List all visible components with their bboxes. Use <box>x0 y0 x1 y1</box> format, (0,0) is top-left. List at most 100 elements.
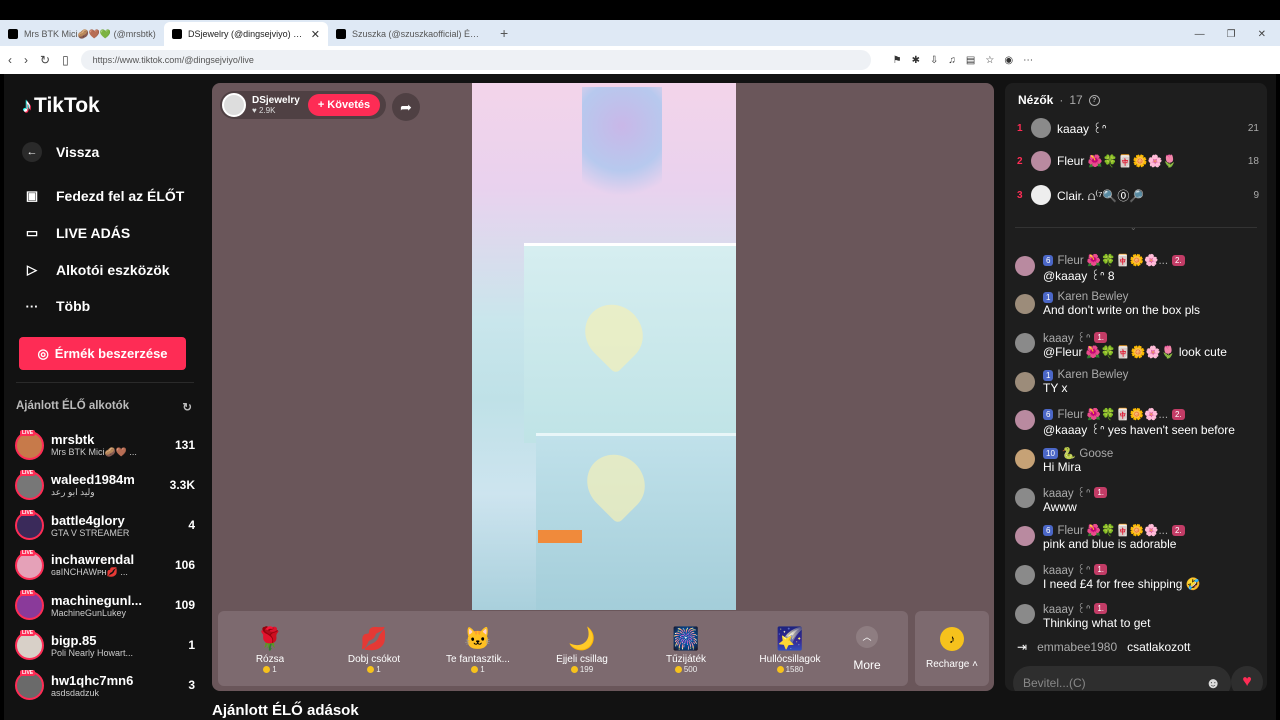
live-badge: LIVE <box>20 469 36 476</box>
recharge-button[interactable]: ♪ Recharge ˄ <box>915 611 989 686</box>
reload-icon[interactable]: ↻ <box>40 53 50 67</box>
close-tab-icon[interactable]: ✕ <box>311 28 320 41</box>
creator-name: mrsbtk <box>51 432 95 447</box>
browser-tab-active[interactable]: DSjewelry (@dingsejviyo) ÉLŐ ✕ <box>164 22 328 46</box>
gift-item[interactable]: 💋 Dobj csókot 1 <box>322 624 426 674</box>
top-viewer[interactable]: 3 Clair. ⩍⁽⁷🔍⓪🔎 9 <box>1017 183 1259 207</box>
gift-item[interactable]: 🌹 Rózsa 1 <box>218 624 322 674</box>
translate-icon[interactable]: ⚑ <box>893 55 902 66</box>
viewer-score: 21 <box>1247 122 1259 134</box>
follow-label: Követés <box>327 99 371 111</box>
back-arrow-icon[interactable]: ‹ <box>8 53 12 67</box>
avatar[interactable] <box>1015 294 1035 314</box>
get-coins-button[interactable]: ◎ Érmék beszerzése <box>19 337 186 370</box>
recommended-creator[interactable]: LIVE inchawrendal ɢʙINCHAWᴘʜ💋 ... 106 <box>15 545 195 585</box>
chat-input[interactable]: Bevitel...(C) ☻ <box>1013 666 1231 691</box>
profile-icon[interactable]: ◉ <box>1004 55 1013 66</box>
chat-username[interactable]: kaaay ꒰ᐢ <box>1043 485 1090 500</box>
chevron-down-icon[interactable]: ⌄ <box>1130 223 1137 232</box>
back-label: Vissza <box>56 144 100 160</box>
tab-title: DSjewelry (@dingsejviyo) ÉLŐ <box>188 29 305 39</box>
avatar: LIVE <box>15 429 44 460</box>
recommended-creator[interactable]: LIVE mrsbtk Mrs BTK Mici🥔🤎 ... 131 <box>15 425 195 465</box>
host-info[interactable]: DSjewelry ♥ 2.9K + Követés <box>220 91 387 119</box>
recommended-creator[interactable]: LIVE hw1qhc7mn6 asdsdadzuk 3 <box>15 665 195 705</box>
nav-go-live[interactable]: ▭ LIVE ADÁS <box>22 223 130 243</box>
music-icon[interactable]: ♫ <box>948 55 956 66</box>
gift-item[interactable]: 🌙 Éjjeli csillag 199 <box>530 624 634 674</box>
top-viewer[interactable]: 1 kaaay ꒰ᐢ 21 <box>1017 116 1259 140</box>
new-tab-icon[interactable]: + <box>492 22 516 46</box>
avatar[interactable] <box>1015 526 1035 546</box>
recommended-title: Ajánlott ÉLŐ alkotók <box>16 400 130 412</box>
more-gifts-button[interactable]: ︿ More <box>842 625 892 672</box>
close-window-icon[interactable]: ✕ <box>1258 29 1266 40</box>
avatar[interactable] <box>1015 604 1035 624</box>
recommended-creator[interactable]: LIVE waleed1984m وليد ابو رعد 3.3K <box>15 465 195 505</box>
gift-price: 199 <box>579 664 594 674</box>
refresh-icon[interactable]: ↻ <box>182 400 192 414</box>
avatar[interactable] <box>1015 565 1035 585</box>
download-icon[interactable]: ⇩ <box>930 55 938 66</box>
chat-text: pink and blue is adorable <box>1043 537 1177 551</box>
fan-badge: 1. <box>1094 603 1108 614</box>
recommended-creator[interactable]: LIVE machinegunl... MachineGunLukey 109 <box>15 585 195 625</box>
recommended-creator[interactable]: LIVE battle4glory GTA V STREAMER 4 <box>15 505 195 545</box>
chat-username[interactable]: 🐍 Goose <box>1062 446 1113 460</box>
live-badge: LIVE <box>20 509 36 516</box>
url-field[interactable]: https://www.tiktok.com/@dingsejviyo/live <box>80 50 871 70</box>
browser-tab[interactable]: Szuszka (@szuszkaofficial) ÉLŐ adás <box>328 22 492 46</box>
chat-username[interactable]: kaaay ꒰ᐢ <box>1043 562 1090 577</box>
emoji-icon[interactable]: ☻ <box>1205 675 1221 692</box>
sidebar-icon[interactable]: ▤ <box>966 55 975 66</box>
minimize-icon[interactable]: — <box>1195 29 1205 40</box>
viewer-count: 106 <box>174 558 195 572</box>
chat-username[interactable]: Fleur 🌺🍀🀄🌼🌸... <box>1057 407 1168 421</box>
nav-explore-live[interactable]: ▣ Fedezd fel az ÉLŐT <box>22 186 185 206</box>
bookmark-icon[interactable]: ▯ <box>62 53 69 67</box>
tiktok-logo[interactable]: ♪ TikTok <box>22 94 100 118</box>
avatar[interactable] <box>1015 410 1035 430</box>
avatar[interactable] <box>1015 256 1035 276</box>
recommended-creator[interactable]: LIVE bigp.85 Poli Nearly Howart... 1 <box>15 625 195 665</box>
share-icon[interactable]: ➦ <box>392 93 420 121</box>
puzzle-icon[interactable]: ✱ <box>912 55 920 66</box>
live-video[interactable] <box>472 83 736 610</box>
chat-username[interactable]: Fleur 🌺🍀🀄🌼🌸... <box>1057 523 1168 537</box>
chat-username[interactable]: kaaay ꒰ᐢ <box>1043 330 1090 345</box>
like-heart-button[interactable]: ♥ <box>1231 666 1263 691</box>
back-button[interactable]: ← Vissza <box>22 142 99 162</box>
help-icon[interactable]: ? <box>1088 94 1100 106</box>
nav-label: Alkotói eszközök <box>56 262 170 278</box>
avatar[interactable] <box>1015 488 1035 508</box>
camera-icon: ▭ <box>25 225 39 240</box>
url-text: https://www.tiktok.com/@dingsejviyo/live <box>92 55 254 65</box>
recommended-live-title: Ajánlott ÉLŐ adások <box>212 702 359 719</box>
chat-username[interactable]: Karen Bewley <box>1057 291 1128 303</box>
nav-label: Fedezd fel az ÉLŐT <box>56 188 185 204</box>
gift-price: 1 <box>376 664 381 674</box>
menu-icon[interactable]: ⋯ <box>1023 55 1033 66</box>
nav-more[interactable]: ··· Több <box>22 296 91 316</box>
nav-creator-tools[interactable]: ▷ Alkotói eszközök <box>22 260 170 280</box>
avatar[interactable] <box>1015 333 1035 353</box>
follow-button[interactable]: + Követés <box>307 94 381 116</box>
level-badge: 6 <box>1043 408 1054 420</box>
chat-username[interactable]: kaaay ꒰ᐢ <box>1043 601 1090 616</box>
avatar[interactable] <box>1015 449 1035 469</box>
chat-text: And don't write on the box pls <box>1043 303 1201 317</box>
chat-username[interactable]: Karen Bewley <box>1057 369 1128 381</box>
top-viewer[interactable]: 2 Fleur 🌺🍀🀄🌼🌸🌷 18 <box>1017 149 1259 173</box>
avatar[interactable] <box>1015 372 1035 392</box>
maximize-icon[interactable]: ❐ <box>1227 29 1236 40</box>
chat-username[interactable]: Fleur 🌺🍀🀄🌼🌸... <box>1057 253 1168 267</box>
gift-item[interactable]: 🌠 Hullócsillagok 1580 <box>738 624 842 674</box>
play-icon: ▷ <box>27 262 37 277</box>
favorites-icon[interactable]: ☆ <box>985 55 994 66</box>
viewers-header: Nézők · 17? <box>1018 93 1100 107</box>
join-username[interactable]: emmabee1980 <box>1037 640 1117 654</box>
forward-arrow-icon[interactable]: › <box>24 53 28 67</box>
gift-item[interactable]: 🎆 Tűzijáték 500 <box>634 624 738 674</box>
gift-item[interactable]: 🐱 Te fantasztik... 1 <box>426 624 530 674</box>
browser-tab[interactable]: Mrs BTK Mici🥔🤎💚 (@mrsbtk) <box>0 22 164 46</box>
